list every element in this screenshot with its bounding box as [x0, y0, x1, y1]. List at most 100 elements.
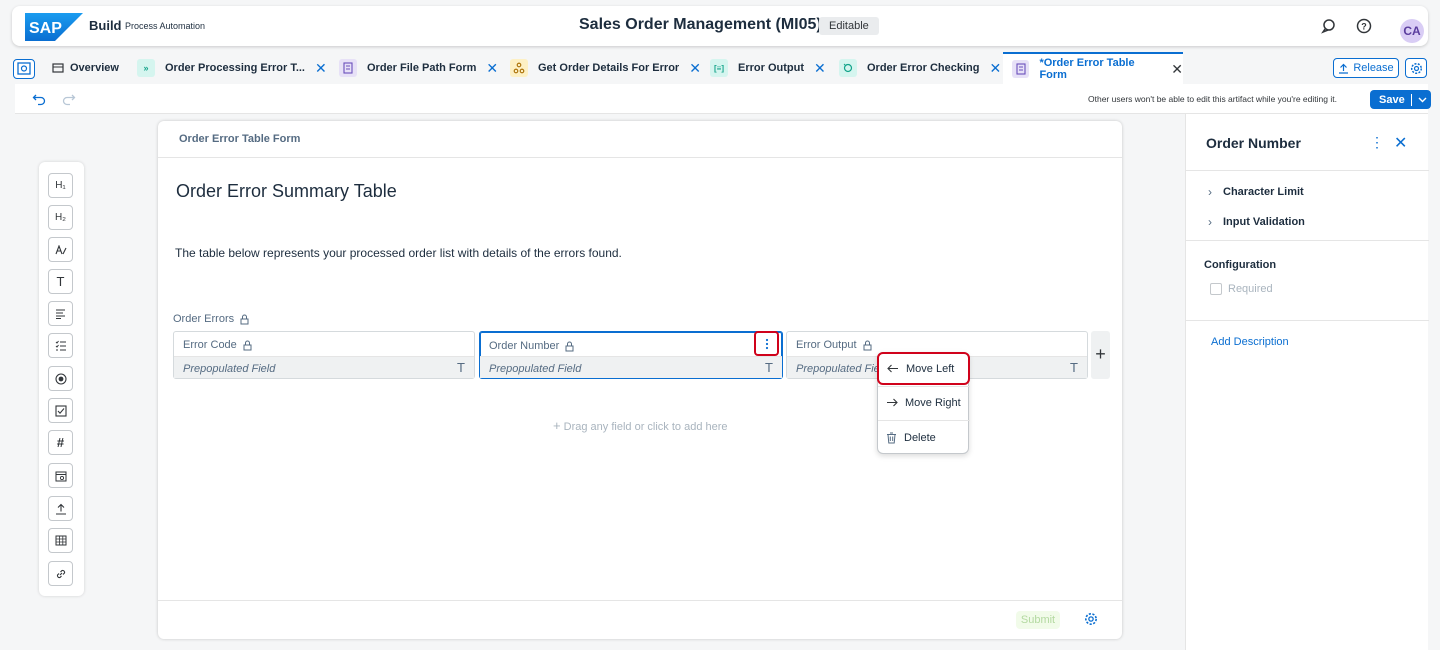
link-icon	[56, 569, 65, 578]
plus-icon: +	[553, 418, 561, 433]
shell-header: SAP Build Process Automation Sales Order…	[12, 6, 1428, 46]
save-button[interactable]: Save	[1370, 90, 1431, 109]
column-header-text: Error Code	[183, 339, 237, 351]
number-tool[interactable]: #	[48, 430, 73, 455]
section-character-limit[interactable]: › Character Limit	[1208, 185, 1304, 199]
text-field-button[interactable]: T	[48, 269, 73, 294]
release-label: Release	[1353, 62, 1394, 74]
table-label-text: Order Errors	[173, 313, 235, 325]
tab-get-order-details[interactable]: Get Order Details For Error ✕	[510, 52, 701, 84]
arrow-right-icon	[887, 398, 898, 407]
release-button[interactable]: Release	[1333, 58, 1399, 78]
edit-lock-note: Other users won't be able to edit this a…	[1088, 94, 1337, 104]
table-column-error-code[interactable]: Error Code Prepopulated Field T	[173, 331, 475, 379]
checkbox-tool[interactable]	[48, 398, 73, 423]
divider	[1186, 170, 1429, 171]
close-icon[interactable]: ✕	[1394, 133, 1407, 153]
close-icon[interactable]: ✕	[486, 60, 498, 77]
column-header: Error Code	[183, 339, 252, 351]
tab-error-output[interactable]: [≡] Error Output ✕	[710, 52, 826, 84]
heading1-button[interactable]: H₁	[48, 173, 73, 198]
required-checkbox-row[interactable]: Required	[1210, 283, 1273, 295]
divider	[158, 157, 1122, 158]
text-type-icon: T	[765, 360, 773, 375]
radio-button-tool[interactable]	[48, 366, 73, 391]
decision-icon	[839, 59, 857, 77]
sap-logo[interactable]: SAP	[25, 13, 83, 41]
add-description-link[interactable]: Add Description	[1211, 336, 1289, 348]
menu-item-label: Delete	[904, 431, 936, 444]
form-canvas: Order Error Table Form Order Error Summa…	[158, 121, 1122, 639]
tab-label: Error Output	[738, 62, 804, 74]
required-checkbox[interactable]	[1210, 283, 1222, 295]
menu-item-label: Move Left	[906, 362, 955, 375]
gear-icon[interactable]	[1084, 612, 1098, 626]
column-more-button[interactable]	[754, 331, 779, 356]
search-list-icon	[17, 62, 31, 75]
divider	[1186, 320, 1429, 321]
tab-order-file-path-form[interactable]: Order File Path Form ✕	[339, 52, 498, 84]
undo-icon[interactable]	[32, 92, 46, 106]
more-vertical-icon[interactable]: ⋮	[1370, 134, 1384, 151]
submit-button[interactable]: Submit	[1016, 611, 1060, 629]
svg-text:?: ?	[1361, 22, 1367, 32]
feedback-icon[interactable]	[1320, 17, 1338, 35]
tab-overview[interactable]: Overview	[52, 52, 119, 84]
table-tool[interactable]	[48, 528, 73, 553]
gear-icon	[1410, 62, 1422, 74]
section-input-validation[interactable]: › Input Validation	[1208, 215, 1305, 229]
menu-item-move-left[interactable]: Move Left	[877, 352, 970, 385]
settings-button[interactable]	[1405, 58, 1427, 78]
column-body: Prepopulated Field T	[174, 356, 474, 378]
menu-item-label: Move Right	[905, 396, 961, 409]
more-vertical-icon	[765, 338, 768, 349]
redo-icon[interactable]	[62, 92, 76, 106]
link-tool[interactable]	[48, 561, 73, 586]
form-icon	[339, 59, 357, 77]
divider	[158, 600, 1122, 601]
brand-name: Build	[89, 18, 122, 33]
element-palette: H₁ H₂ T #	[39, 162, 84, 596]
close-icon[interactable]: ✕	[989, 60, 1001, 77]
heading2-icon: H₂	[54, 212, 67, 223]
lock-icon	[243, 340, 252, 350]
save-label: Save	[1379, 93, 1405, 106]
file-upload-tool[interactable]	[48, 496, 73, 521]
add-column-button[interactable]: +	[1091, 331, 1110, 379]
heading1-icon: H₁	[55, 180, 66, 191]
lock-icon	[863, 340, 872, 350]
close-icon[interactable]: ✕	[814, 60, 826, 77]
brand-subtitle: Process Automation	[125, 21, 206, 31]
section-label: Character Limit	[1223, 186, 1304, 198]
tab-label: Order Processing Error T...	[165, 62, 305, 74]
close-icon[interactable]: ✕	[315, 60, 327, 77]
help-icon[interactable]: ?	[1355, 17, 1373, 35]
checklist-button[interactable]	[48, 333, 73, 358]
menu-item-move-right[interactable]: Move Right	[878, 386, 970, 419]
table-label: Order Errors	[173, 313, 249, 325]
paragraph-button[interactable]	[48, 237, 73, 262]
table-column-order-number[interactable]: Order Number Prepopulated Field T	[479, 331, 783, 379]
chevron-down-icon[interactable]	[1418, 97, 1427, 103]
drop-zone-hint[interactable]: + Drag any field or click to add here	[553, 418, 728, 433]
menu-item-delete[interactable]: Delete	[878, 421, 970, 454]
tab-order-error-table-form[interactable]: *Order Error Table Form ✕	[1003, 52, 1183, 84]
user-avatar[interactable]: CA	[1400, 19, 1424, 43]
column-context-menu: Move Left Move Right Delete	[877, 352, 970, 454]
form-heading[interactable]: Order Error Summary Table	[176, 181, 397, 202]
tab-bar: Overview » Order Processing Error T... ✕…	[0, 52, 1440, 84]
form-description[interactable]: The table below represents your processe…	[175, 246, 622, 260]
tab-order-error-checking[interactable]: Order Error Checking ✕	[839, 52, 1001, 84]
checklist-icon	[55, 340, 66, 351]
heading2-button[interactable]: H₂	[48, 205, 73, 230]
close-icon[interactable]: ✕	[1171, 61, 1183, 78]
close-icon[interactable]: ✕	[689, 60, 701, 77]
lock-icon	[240, 314, 249, 324]
tab-list-button[interactable]	[13, 59, 35, 79]
chevron-right-icon: ›	[1208, 215, 1212, 229]
date-tool[interactable]	[48, 463, 73, 488]
section-label: Input Validation	[1223, 216, 1305, 228]
table-icon	[55, 535, 66, 546]
text-area-button[interactable]	[48, 301, 73, 326]
tab-order-processing-error[interactable]: » Order Processing Error T... ✕	[137, 52, 327, 84]
